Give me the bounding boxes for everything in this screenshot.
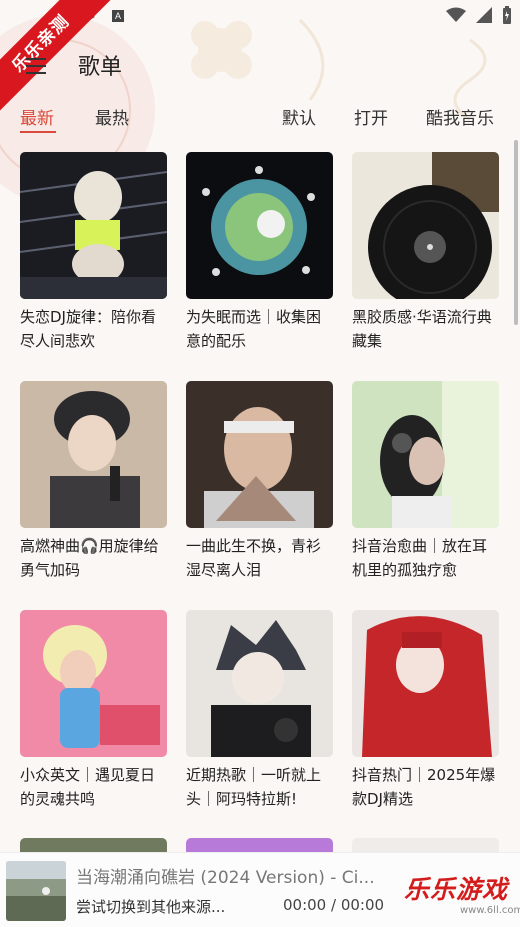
player-cover[interactable] bbox=[6, 861, 66, 921]
playlist-cover bbox=[186, 610, 333, 757]
playlist-card[interactable]: 黑胶质感·华语流行典藏集 bbox=[352, 152, 499, 353]
playlist-title: 高燃神曲🎧用旋律给勇气加码 bbox=[20, 537, 159, 579]
battery-icon bbox=[503, 6, 511, 24]
playlist-card[interactable]: 近期热歌｜一听就上头｜阿玛特拉斯! bbox=[186, 610, 333, 811]
playlist-title: 小众英文｜遇见夏日的灵魂共鸣 bbox=[20, 766, 156, 808]
tab-default[interactable]: 默认 bbox=[282, 104, 316, 129]
playlist-cover bbox=[352, 610, 499, 757]
tab-underline bbox=[20, 131, 56, 133]
playlist-title: 为失眠而选｜收集困意的配乐 bbox=[186, 308, 322, 350]
scrollbar[interactable] bbox=[514, 140, 518, 325]
playlist-card[interactable]: 抖音热门｜2025年爆款DJ精选 bbox=[352, 610, 499, 811]
playlist-cover bbox=[186, 152, 333, 299]
player-time: 00:00 / 00:00 bbox=[283, 896, 385, 914]
wifi-icon bbox=[446, 7, 466, 22]
tab-hottest[interactable]: 最热 bbox=[95, 104, 129, 129]
playlist-card[interactable]: 一曲此生不换，青衫湿尽离人泪 bbox=[186, 381, 333, 582]
playlist-title: 失恋DJ旋律：陪你看尽人间悲欢 bbox=[20, 308, 156, 350]
playlist-cover bbox=[352, 381, 499, 528]
playlist-title: 抖音治愈曲｜放在耳机里的孤独疗愈 bbox=[352, 537, 488, 579]
playlist-card[interactable]: 为失眠而选｜收集困意的配乐 bbox=[186, 152, 333, 353]
header: 歌单 bbox=[0, 40, 520, 90]
playlist-title: 近期热歌｜一听就上头｜阿玛特拉斯! bbox=[186, 766, 322, 808]
playlist-title: 黑胶质感·华语流行典藏集 bbox=[352, 308, 492, 350]
tab-open[interactable]: 打开 bbox=[354, 104, 388, 129]
tab-kuwo-music[interactable]: 酷我音乐 bbox=[426, 104, 494, 129]
tab-newest[interactable]: 最新 bbox=[20, 104, 54, 129]
playlist-card[interactable]: 高燃神曲🎧用旋律给勇气加码 bbox=[20, 381, 167, 582]
watermark-logo: 乐乐游戏 bbox=[404, 875, 509, 904]
playlist-title: 一曲此生不换，青衫湿尽离人泪 bbox=[186, 537, 322, 579]
player-status: 尝试切换到其他来源... bbox=[76, 898, 226, 916]
playlist-cover bbox=[20, 610, 167, 757]
playlist-title: 抖音热门｜2025年爆款DJ精选 bbox=[352, 766, 496, 808]
playlist-cover bbox=[20, 152, 167, 299]
tab-bar: 最新 最热 默认 打开 酷我音乐 bbox=[0, 100, 520, 134]
playlist-card[interactable]: 抖音治愈曲｜放在耳机里的孤独疗愈 bbox=[352, 381, 499, 582]
playlist-cover bbox=[352, 152, 499, 299]
page-title: 歌单 bbox=[78, 55, 123, 80]
watermark-url: www.6ll.com bbox=[460, 905, 520, 916]
menu-icon[interactable] bbox=[26, 58, 46, 74]
playlist-card[interactable]: 失恋DJ旋律：陪你看尽人间悲欢 bbox=[20, 152, 167, 353]
signal-icon bbox=[476, 7, 492, 23]
playlist-card[interactable]: 小众英文｜遇见夏日的灵魂共鸣 bbox=[20, 610, 167, 811]
playlist-cover bbox=[20, 381, 167, 528]
playlist-cover bbox=[186, 381, 333, 528]
player-track-title: 当海潮涌向礁岩 (2024 Version) - Ci... bbox=[76, 868, 375, 888]
